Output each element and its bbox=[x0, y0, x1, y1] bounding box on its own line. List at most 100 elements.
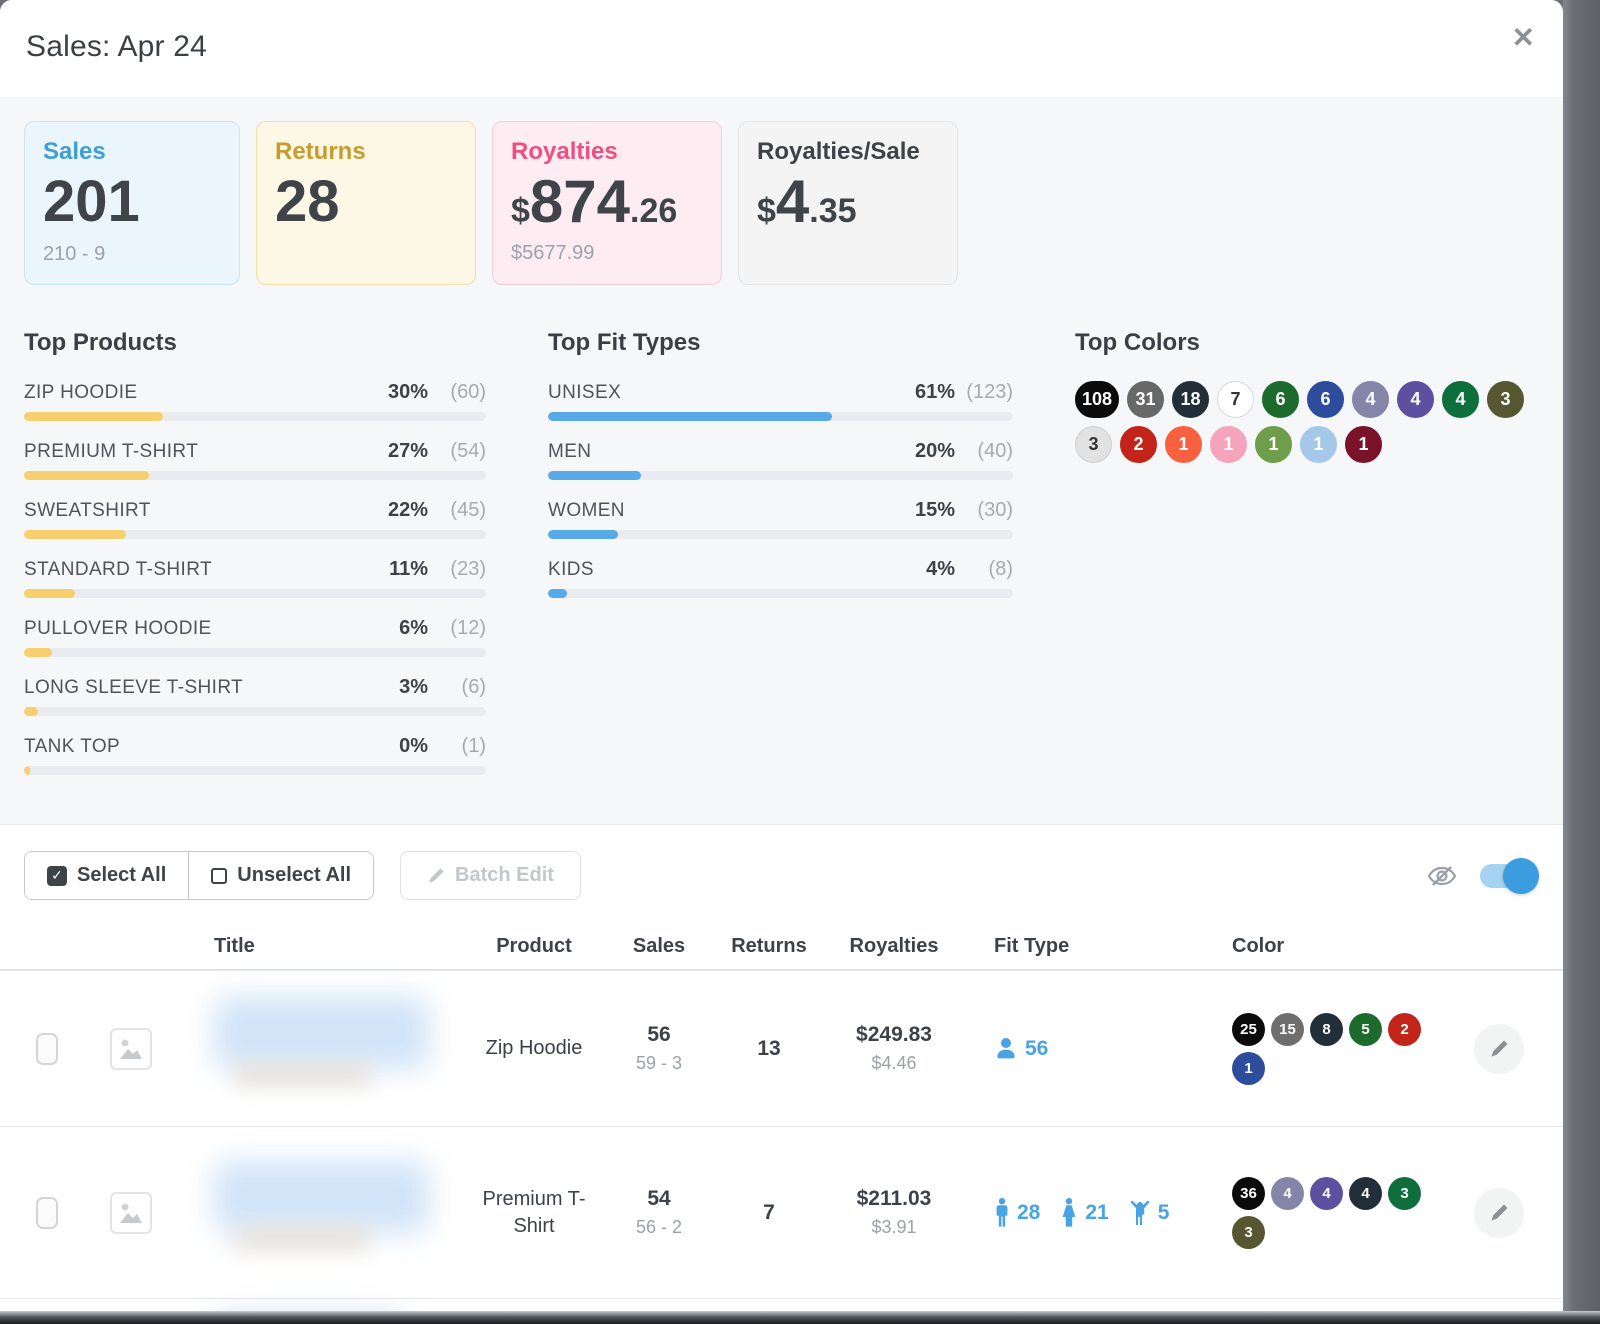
bar-label: SWEATSHIRT bbox=[24, 500, 388, 522]
stat-whole: 874 bbox=[530, 172, 630, 232]
table-row: Premium T-Shirt 54 56 - 2 7 $211.03 $3.9… bbox=[0, 1126, 1563, 1298]
col-header-returns: Returns bbox=[714, 935, 824, 958]
unselect-all-label: Unselect All bbox=[237, 864, 351, 887]
empty-checkbox-icon bbox=[211, 868, 227, 884]
stat-value: $4.35 bbox=[757, 172, 939, 232]
toggle-knob bbox=[1503, 858, 1539, 894]
bar-count: (12) bbox=[428, 617, 486, 640]
product-cell: Zip Hoodie bbox=[464, 1035, 604, 1062]
col-header-royalties: Royalties bbox=[824, 935, 964, 958]
bar-track bbox=[548, 589, 1013, 598]
stat-card-returns: Returns 28 bbox=[256, 121, 476, 285]
fit-item: 28 bbox=[994, 1198, 1040, 1228]
stat-card-sales: Sales 201 210 - 9 bbox=[24, 121, 240, 285]
top-colors-chips: 108 31 18 7 6 6 4 4 4 3 3 2 1 1 bbox=[1075, 381, 1525, 463]
unisex-person-icon bbox=[994, 1036, 1018, 1062]
products-table: Title Product Sales Returns Royalties Fi… bbox=[0, 924, 1563, 1324]
color-chip: 25 bbox=[1232, 1013, 1265, 1046]
bar-row: SWEATSHIRT22%(45) bbox=[24, 499, 486, 539]
select-all-button[interactable]: ✓ Select All bbox=[25, 852, 189, 899]
blurred-subtext bbox=[232, 1225, 372, 1251]
image-placeholder-icon bbox=[110, 1192, 152, 1234]
fit-count: 28 bbox=[1017, 1201, 1040, 1225]
col-header-fit-type: Fit Type bbox=[964, 935, 1194, 958]
stat-whole: 4 bbox=[776, 172, 809, 232]
image-placeholder-icon bbox=[110, 1028, 152, 1070]
edit-row-button[interactable] bbox=[1474, 1188, 1524, 1238]
royalties-value: $249.83 bbox=[824, 1023, 964, 1047]
col-header-product: Product bbox=[464, 935, 604, 958]
stat-card-royalties: Royalties $874.26 $5677.99 bbox=[492, 121, 722, 285]
table-header-row: Title Product Sales Returns Royalties Fi… bbox=[0, 924, 1563, 970]
bar-label: MEN bbox=[548, 441, 915, 463]
row-checkbox[interactable] bbox=[36, 1197, 58, 1229]
color-chip: 36 bbox=[1232, 1177, 1265, 1210]
bar-pct: 30% bbox=[388, 381, 428, 404]
color-chip: 2 bbox=[1120, 426, 1157, 463]
bar-row: KIDS4%(8) bbox=[548, 558, 1013, 598]
edit-row-button[interactable] bbox=[1474, 1024, 1524, 1074]
unselect-all-button[interactable]: Unselect All bbox=[189, 852, 373, 899]
bar-row: UNISEX61%(123) bbox=[548, 381, 1013, 421]
stat-label: Royalties/Sale bbox=[757, 138, 939, 166]
bar-label: KIDS bbox=[548, 559, 926, 581]
blurred-subtext bbox=[232, 1061, 372, 1087]
page-scrollbar-right[interactable] bbox=[1563, 0, 1600, 1324]
color-chip: 18 bbox=[1172, 381, 1209, 418]
bar-pct: 22% bbox=[388, 499, 428, 522]
color-chip: 4 bbox=[1271, 1177, 1304, 1210]
color-chip: 6 bbox=[1307, 381, 1344, 418]
visibility-toggle[interactable] bbox=[1480, 864, 1536, 888]
blurred-text bbox=[214, 997, 429, 1069]
page-title: Sales: Apr 24 bbox=[26, 30, 1527, 64]
royalties-sub: $3.91 bbox=[824, 1217, 964, 1238]
bar-pct: 6% bbox=[399, 617, 428, 640]
fit-item: 21 bbox=[1060, 1198, 1108, 1228]
bar-label: TANK TOP bbox=[24, 736, 399, 758]
bar-track bbox=[24, 589, 486, 598]
stat-sub: 210 - 9 bbox=[43, 243, 221, 266]
bar-track bbox=[24, 412, 486, 421]
bar-label: LONG SLEEVE T-SHIRT bbox=[24, 677, 399, 699]
bar-fill bbox=[548, 412, 832, 421]
modal-header: Sales: Apr 24 ✕ bbox=[0, 0, 1563, 97]
bar-count: (54) bbox=[428, 440, 486, 463]
sales-sub: 59 - 3 bbox=[604, 1053, 714, 1074]
bar-row: MEN20%(40) bbox=[548, 440, 1013, 480]
bar-pct: 15% bbox=[915, 499, 955, 522]
royalties-cell: $211.03 $3.91 bbox=[824, 1187, 964, 1238]
color-chip: 1 bbox=[1255, 426, 1292, 463]
bar-pct: 11% bbox=[389, 558, 428, 581]
top-colors-section: Top Colors 108 31 18 7 6 6 4 4 4 3 3 2 bbox=[1075, 329, 1539, 794]
stat-cents: .35 bbox=[809, 192, 856, 231]
close-icon[interactable]: ✕ bbox=[1512, 24, 1535, 52]
bar-row: ZIP HOODIE30%(60) bbox=[24, 381, 486, 421]
sales-cell: 54 56 - 2 bbox=[604, 1187, 714, 1238]
bar-count: (40) bbox=[955, 440, 1013, 463]
redacted-title[interactable] bbox=[214, 1153, 464, 1273]
eye-slash-icon[interactable] bbox=[1426, 863, 1458, 889]
top-products-chart: Top Products ZIP HOODIE30%(60) PREMIUM T… bbox=[24, 329, 486, 794]
page: Sales: Apr 24 ✕ Sales 201 210 - 9 Return… bbox=[0, 0, 1600, 1324]
bar-row: TANK TOP0%(1) bbox=[24, 735, 486, 775]
bar-track bbox=[24, 530, 486, 539]
color-chip: 1 bbox=[1300, 426, 1337, 463]
currency-sign: $ bbox=[757, 192, 776, 231]
royalties-sub: $4.46 bbox=[824, 1053, 964, 1074]
bar-count: (23) bbox=[428, 558, 486, 581]
table-row: Zip Hoodie 56 59 - 3 13 $249.83 $4.46 56 bbox=[0, 970, 1563, 1126]
product-cell: Premium T-Shirt bbox=[464, 1186, 604, 1240]
redacted-title[interactable] bbox=[214, 989, 464, 1109]
sales-sub: 56 - 2 bbox=[604, 1217, 714, 1238]
sales-cell: 56 59 - 3 bbox=[604, 1023, 714, 1074]
bar-count: (123) bbox=[955, 381, 1013, 404]
color-chip: 3 bbox=[1388, 1177, 1421, 1210]
batch-edit-button[interactable]: Batch Edit bbox=[400, 851, 581, 900]
section-title: Top Products bbox=[24, 329, 486, 357]
bar-fill bbox=[548, 589, 567, 598]
stat-label: Sales bbox=[43, 138, 221, 166]
royalties-value: $211.03 bbox=[824, 1187, 964, 1211]
bar-fill bbox=[24, 412, 163, 421]
col-header-sales: Sales bbox=[604, 935, 714, 958]
row-checkbox[interactable] bbox=[36, 1033, 58, 1065]
